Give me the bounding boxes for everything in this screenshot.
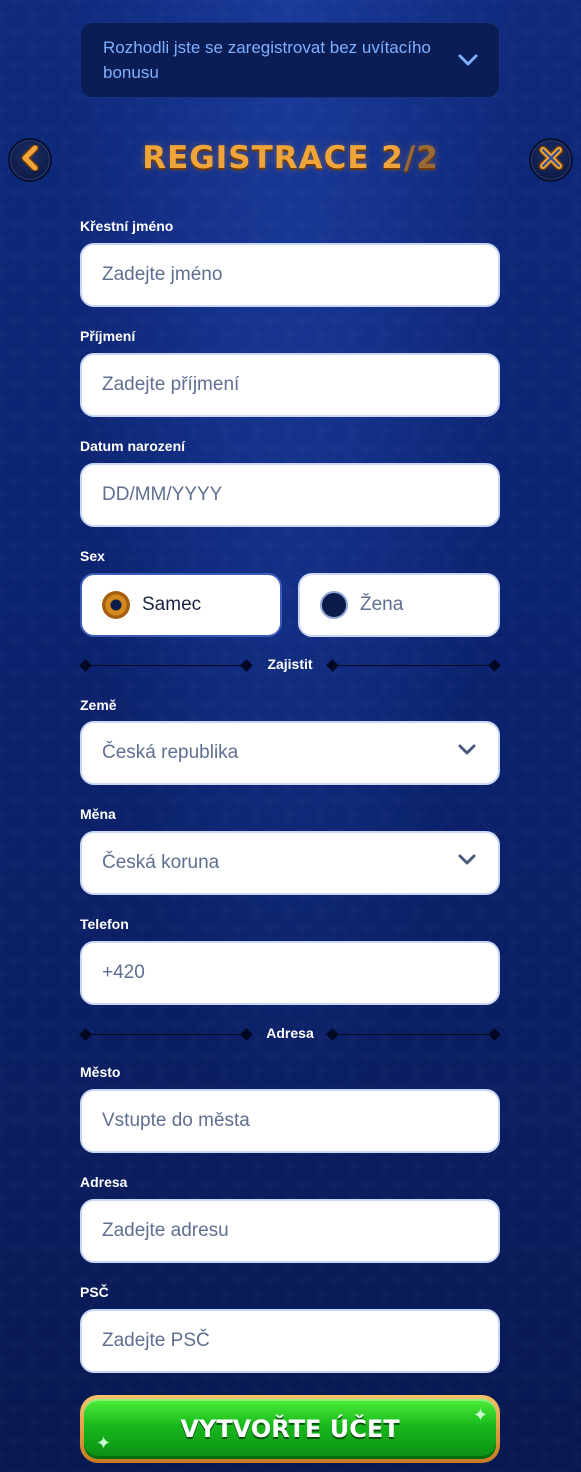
sex-option-female[interactable]: Žena xyxy=(298,573,500,637)
first-name-field[interactable]: Zadejte jméno xyxy=(80,243,500,307)
city-field[interactable]: Vstupte do města xyxy=(80,1089,500,1153)
zip-label: PSČ xyxy=(80,1284,109,1300)
chevron-down-icon xyxy=(458,743,476,761)
bonus-dropdown[interactable]: Rozhodli jste se zaregistrovat bez uvíta… xyxy=(80,22,500,98)
last-name-placeholder: Zadejte příjmení xyxy=(102,374,240,395)
section-title-address: Adresa xyxy=(266,1025,314,1041)
section-divider-secure: Zajistit xyxy=(79,656,501,676)
zip-field[interactable]: Zadejte PSČ xyxy=(80,1309,500,1373)
bonus-dropdown-text: Rozhodli jste se zaregistrovat bez uvíta… xyxy=(103,38,431,82)
section-title-secure: Zajistit xyxy=(267,656,313,672)
page-title-step-total: /2 xyxy=(403,140,439,176)
radio-selected-icon xyxy=(102,591,130,619)
sparkle-icon: ✦ xyxy=(472,1405,488,1425)
radio-unselected-icon xyxy=(320,591,348,619)
currency-select[interactable]: Česká koruna xyxy=(80,831,500,895)
city-placeholder: Vstupte do města xyxy=(102,1110,250,1131)
sex-option-male-label: Samec xyxy=(142,594,202,615)
first-name-label: Křestní jméno xyxy=(80,218,174,234)
currency-value: Česká koruna xyxy=(102,852,220,873)
currency-label: Měna xyxy=(80,806,116,822)
country-value: Česká republika xyxy=(102,742,239,763)
sex-label: Sex xyxy=(80,548,105,564)
close-button[interactable] xyxy=(529,138,573,182)
birth-date-field[interactable]: DD/MM/YYYY xyxy=(80,463,500,527)
address-field[interactable]: Zadejte adresu xyxy=(80,1199,500,1263)
city-label: Město xyxy=(80,1064,121,1080)
page-title: REGISTRACE 2/2 xyxy=(0,140,581,176)
phone-value: +420 xyxy=(102,962,145,983)
create-account-label: VYTVOŘTE ÚČET xyxy=(180,1415,400,1443)
last-name-label: Příjmení xyxy=(80,328,136,344)
page-title-main: REGISTRACE 2 xyxy=(142,140,404,176)
address-placeholder: Zadejte adresu xyxy=(102,1220,229,1241)
birth-date-label: Datum narození xyxy=(80,438,186,454)
last-name-field[interactable]: Zadejte příjmení xyxy=(80,353,500,417)
close-icon xyxy=(538,145,564,176)
country-label: Země xyxy=(80,697,117,713)
sex-option-male[interactable]: Samec xyxy=(80,573,282,637)
phone-label: Telefon xyxy=(80,916,129,932)
create-account-button[interactable]: ✦ VYTVOŘTE ÚČET ✦ xyxy=(80,1395,500,1463)
section-divider-address: Adresa xyxy=(79,1025,501,1045)
phone-field[interactable]: +420 xyxy=(80,941,500,1005)
sex-option-female-label: Žena xyxy=(360,594,404,615)
address-label: Adresa xyxy=(80,1174,128,1190)
first-name-placeholder: Zadejte jméno xyxy=(102,264,223,285)
sparkle-icon: ✦ xyxy=(96,1433,112,1453)
zip-placeholder: Zadejte PSČ xyxy=(102,1330,210,1351)
chevron-down-icon xyxy=(458,853,476,871)
country-select[interactable]: Česká republika xyxy=(80,721,500,785)
birth-date-placeholder: DD/MM/YYYY xyxy=(102,484,223,505)
chevron-down-icon xyxy=(457,49,479,71)
